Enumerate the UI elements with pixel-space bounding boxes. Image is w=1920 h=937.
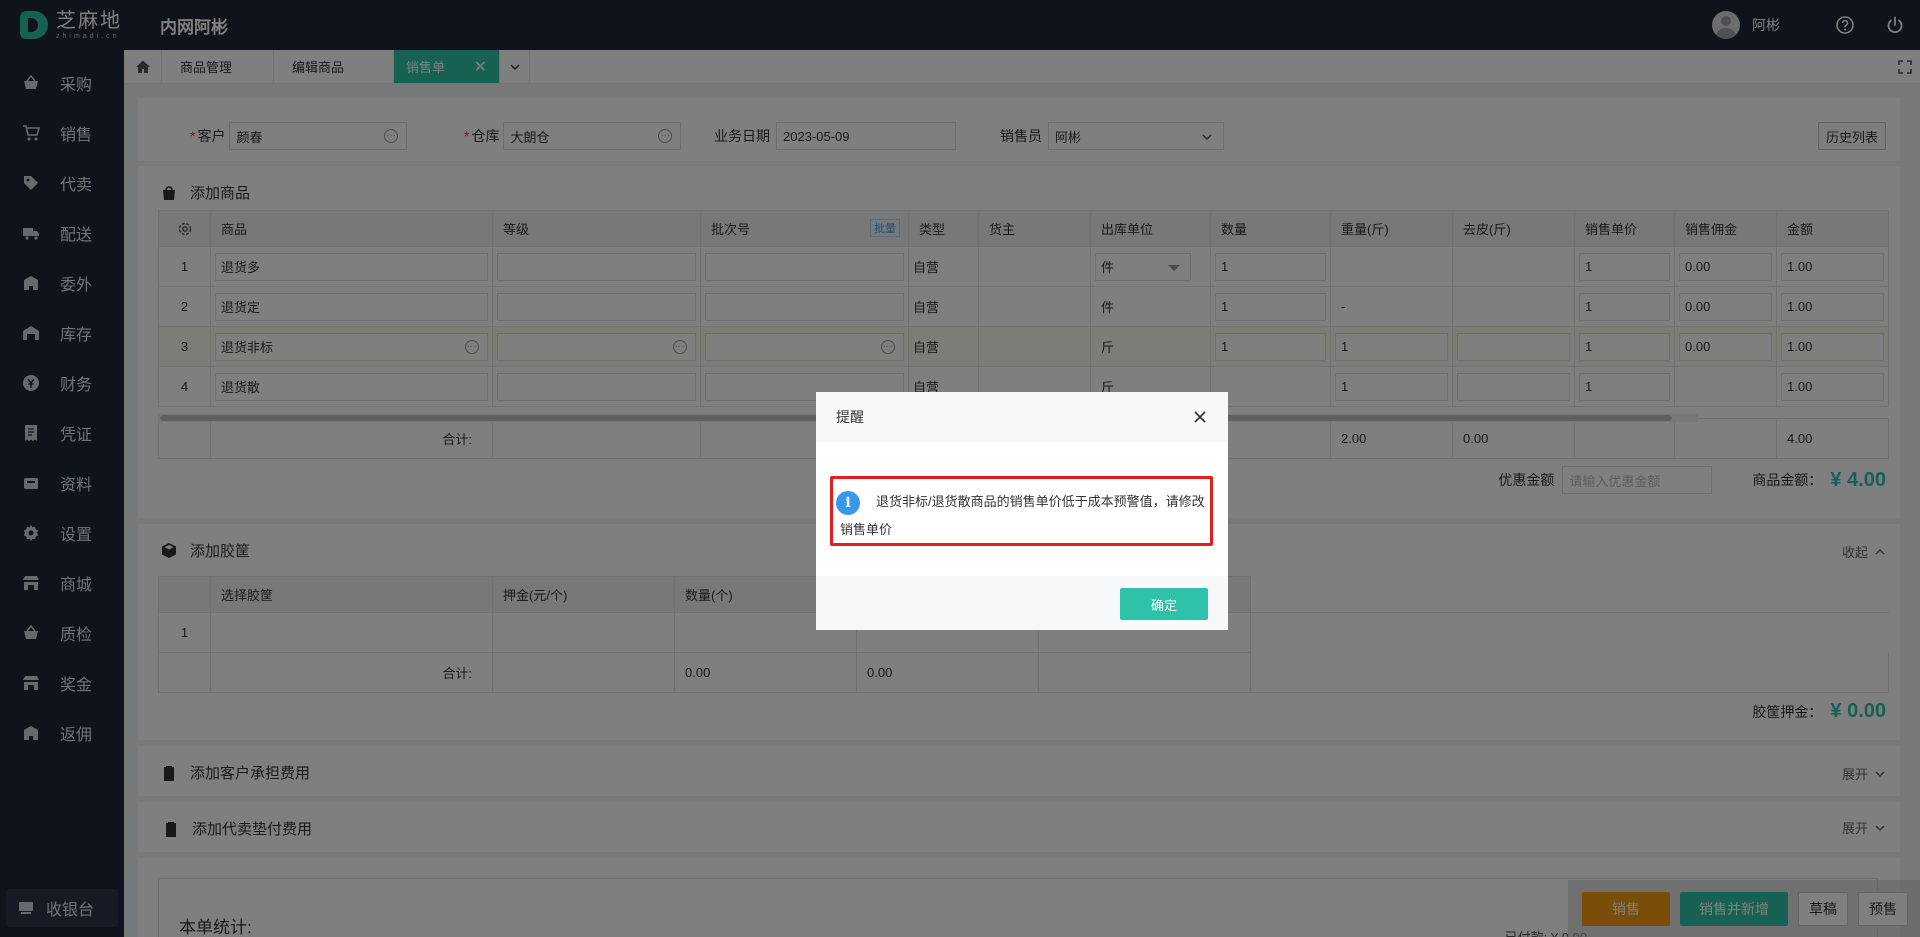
info-icon: i: [836, 490, 860, 515]
dialog-title: 提醒: [836, 409, 864, 425]
dialog-header: 提醒: [816, 392, 1228, 442]
warning-dialog: 提醒 i 退货非标/退货散商品的销售单价低于成本预警值，请修改销售单价 确定: [816, 392, 1228, 630]
dialog-footer: 确定: [816, 576, 1228, 630]
close-icon[interactable]: [1192, 409, 1208, 425]
dialog-message: i 退货非标/退货散商品的销售单价低于成本预警值，请修改销售单价: [836, 488, 1210, 544]
confirm-button[interactable]: 确定: [1120, 588, 1208, 620]
